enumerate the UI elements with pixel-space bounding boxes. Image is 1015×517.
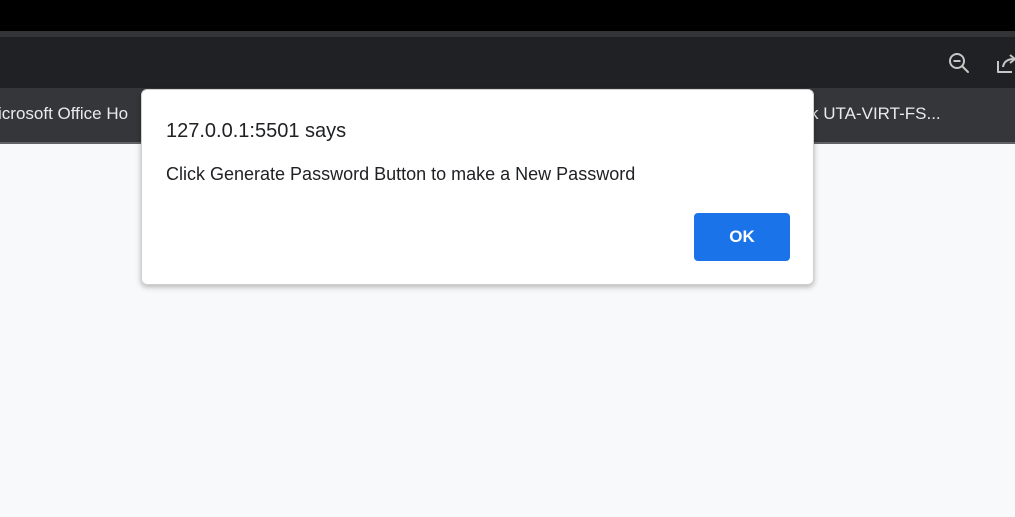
bookmark-uta-virt-fs[interactable]: k UTA-VIRT-FS... <box>810 104 941 124</box>
alert-dialog: 127.0.0.1:5501 says Click Generate Passw… <box>141 89 814 285</box>
share-icon[interactable] <box>995 51 1015 75</box>
bookmark-microsoft-office-home[interactable]: icrosoft Office Ho <box>0 104 128 124</box>
dialog-message: Click Generate Password Button to make a… <box>166 164 636 184</box>
dialog-title: 127.0.0.1:5501 says <box>166 120 347 142</box>
browser-toolbar <box>0 37 1015 88</box>
window-titlebar <box>0 0 1015 31</box>
ok-button[interactable]: OK <box>694 213 790 261</box>
zoom-out-icon[interactable] <box>947 51 971 75</box>
